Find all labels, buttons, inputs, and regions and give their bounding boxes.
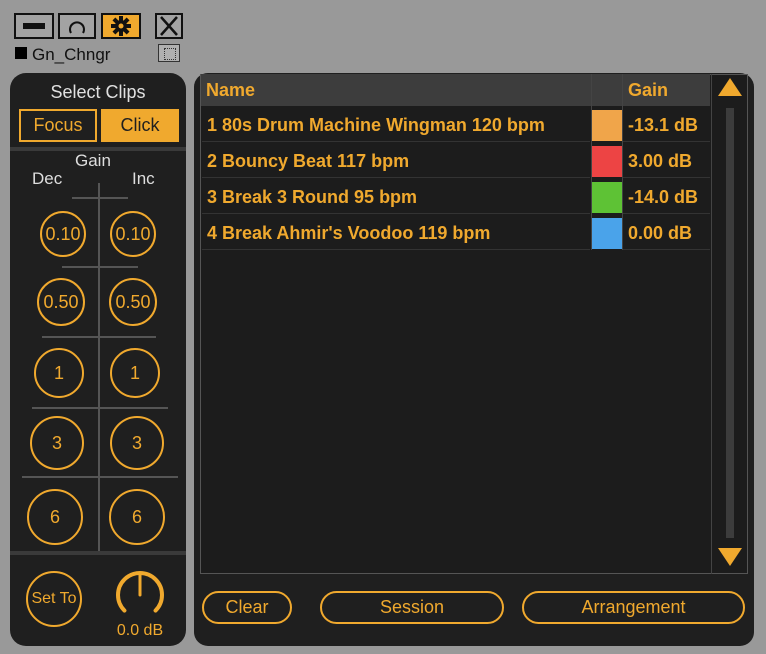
clip-color-swatch xyxy=(592,110,622,141)
device-color-square xyxy=(15,47,27,59)
gear-icon xyxy=(111,16,131,36)
scrollbar-track[interactable] xyxy=(726,108,734,538)
dec-label: Dec xyxy=(32,169,63,188)
clip-color-swatch xyxy=(592,218,622,249)
minimize-button[interactable] xyxy=(14,13,54,39)
select-clips-panel: Select Clips Focus Click Gain Dec Inc 0.… xyxy=(10,73,186,646)
close-icon xyxy=(160,16,178,36)
dec-button-6[interactable]: 6 xyxy=(27,489,83,545)
clip-color-swatch xyxy=(592,146,622,177)
table-row-gain[interactable]: 0.00 dB xyxy=(623,216,710,250)
dec-button-0.10[interactable]: 0.10 xyxy=(40,211,86,257)
color-column-header xyxy=(592,74,622,106)
dec-button-0.50[interactable]: 0.50 xyxy=(37,278,85,326)
refresh-icon xyxy=(69,21,85,34)
inc-button-1[interactable]: 1 xyxy=(110,348,160,398)
table-row-gain[interactable]: -14.0 dB xyxy=(623,180,710,214)
scroll-down-icon[interactable] xyxy=(717,546,743,568)
name-column-header[interactable]: Name xyxy=(201,74,591,106)
close-button[interactable] xyxy=(155,13,183,39)
inc-button-0.10[interactable]: 0.10 xyxy=(110,211,156,257)
session-button[interactable]: Session xyxy=(320,591,504,624)
table-row-gain[interactable]: -13.1 dB xyxy=(623,108,710,142)
dial-value: 0.0 dB xyxy=(116,622,164,639)
table-row-name[interactable]: 3 Break 3 Round 95 bpm xyxy=(202,180,590,214)
scroll-up-icon[interactable] xyxy=(717,76,743,98)
inc-button-0.50[interactable]: 0.50 xyxy=(109,278,157,326)
gain-label: Gain xyxy=(75,151,111,170)
select-clips-title: Select Clips xyxy=(50,82,146,102)
click-button[interactable]: Click xyxy=(101,109,179,142)
dec-button-3[interactable]: 3 xyxy=(30,416,84,470)
focus-button[interactable]: Focus xyxy=(19,109,97,142)
settings-button[interactable] xyxy=(101,13,141,39)
clip-color-swatch xyxy=(592,182,622,213)
refresh-button[interactable] xyxy=(58,13,96,39)
device-name: Gn_Chngr xyxy=(32,45,111,64)
set-to-button[interactable]: Set To xyxy=(26,571,82,627)
device-options-icon[interactable] xyxy=(158,44,180,62)
inc-button-6[interactable]: 6 xyxy=(109,489,165,545)
table-row-name[interactable]: 4 Break Ahmir's Voodoo 119 bpm xyxy=(202,216,590,250)
clear-button[interactable]: Clear xyxy=(202,591,292,624)
inc-label: Inc xyxy=(132,169,155,188)
inc-button-3[interactable]: 3 xyxy=(110,416,164,470)
gain-column-header[interactable]: Gain xyxy=(623,74,710,106)
arrangement-button[interactable]: Arrangement xyxy=(522,591,745,624)
center-line xyxy=(98,183,100,553)
minimize-icon xyxy=(23,23,45,29)
table-row-name[interactable]: 1 80s Drum Machine Wingman 120 bpm xyxy=(202,108,590,142)
divider xyxy=(10,551,186,555)
table-row-gain[interactable]: 3.00 dB xyxy=(623,144,710,178)
table-row-name[interactable]: 2 Bouncy Beat 117 bpm xyxy=(202,144,590,178)
gain-dial[interactable] xyxy=(110,568,170,622)
dec-button-1[interactable]: 1 xyxy=(34,348,84,398)
